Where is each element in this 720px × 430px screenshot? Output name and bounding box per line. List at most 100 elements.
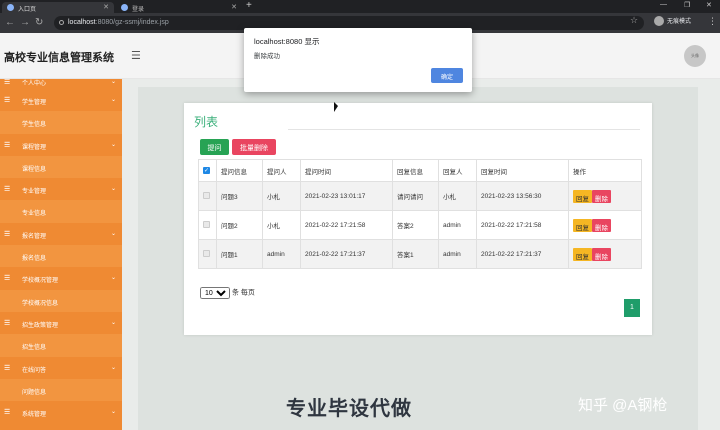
reload-icon[interactable]: ↻: [35, 17, 43, 28]
sidebar-group[interactable]: ☰ 报名管理 ⌄: [0, 222, 122, 246]
close-tab-icon[interactable]: ✕: [103, 3, 109, 11]
table-cell: 答案2: [392, 210, 439, 240]
table-cell: 2021-02-22 17:21:58: [476, 210, 569, 240]
favicon-icon: [121, 4, 128, 11]
sidebar-item[interactable]: 学校概况信息: [0, 289, 122, 312]
reply-button[interactable]: 回复: [573, 247, 592, 261]
table-cell: 小札: [262, 210, 301, 240]
select-all-checkbox[interactable]: ✓: [203, 167, 210, 174]
menu-group-icon: ☰: [4, 364, 11, 372]
sidebar-item[interactable]: 学生信息: [0, 111, 122, 134]
sidebar-item[interactable]: 报名信息: [0, 245, 122, 268]
row-checkbox[interactable]: [203, 191, 210, 199]
delete-button[interactable]: 删除: [592, 247, 611, 261]
browser-tabbar: 入口页 ✕ 登录 ✕ + — ❐ ✕: [0, 0, 720, 13]
table-cell: 问题2: [216, 210, 263, 240]
column-header[interactable]: 提问信息: [216, 159, 263, 182]
sidebar-group[interactable]: ☰ 个人中心 ⌄: [0, 79, 122, 89]
sidebar-item-label: 学生信息: [22, 122, 47, 129]
sidebar-item-label: 学生管理: [22, 100, 47, 106]
sidebar-item-label: 学校概况管理: [22, 278, 59, 285]
checkbox-cell: [198, 181, 217, 211]
minimize-icon[interactable]: —: [660, 1, 667, 8]
column-header[interactable]: 回复信息: [392, 159, 439, 182]
browser-menu-icon[interactable]: ⋮: [708, 16, 717, 27]
sidebar-item-label: 专业管理: [22, 189, 47, 196]
column-header[interactable]: 提问时间: [300, 159, 393, 182]
site-info-icon[interactable]: [59, 20, 64, 25]
table-header-row: ✓ 提问信息 提问人 提问时间 回复信息 回复人 回复时间 操作: [198, 159, 642, 182]
menu-group-icon: ☰: [4, 409, 11, 417]
list-title: 列表: [194, 115, 219, 129]
bulk-delete-button[interactable]: 批量删除: [232, 139, 276, 155]
avatar-label: 头像: [691, 53, 699, 58]
browser-tab-active[interactable]: 入口页 ✕: [2, 2, 114, 13]
sidebar-group[interactable]: ☰ 学生管理 ⌄: [0, 89, 122, 112]
sidebar-item-label: 学校概况信息: [22, 300, 59, 307]
sidebar-item[interactable]: 专业信息: [0, 200, 122, 223]
hamburger-menu-icon[interactable]: ☰: [131, 49, 141, 62]
browser-tab-inactive[interactable]: 登录 ✕: [116, 2, 242, 13]
page-number-button[interactable]: 1: [624, 299, 640, 317]
incognito-icon: [654, 16, 664, 27]
restore-icon[interactable]: ❐: [684, 1, 690, 9]
profile-button[interactable]: 无痕模式: [654, 16, 691, 27]
actions-cell: 回复 删除: [568, 210, 642, 240]
user-avatar[interactable]: 头像: [684, 45, 706, 67]
reply-button[interactable]: 回复: [573, 218, 592, 232]
url-path: :8080/gz-ssmj/index.jsp: [95, 19, 169, 26]
column-header[interactable]: 提问人: [262, 159, 301, 182]
favicon-icon: [7, 4, 14, 11]
sidebar-item-label: 招生政策管理: [22, 322, 59, 329]
chevron-down-icon: ⌄: [110, 97, 116, 103]
sidebar-group[interactable]: ☰ 专业管理 ⌄: [0, 178, 122, 201]
delete-button[interactable]: 删除: [592, 218, 611, 232]
table-cell: 2021-02-22 17:21:37: [300, 239, 393, 269]
table-cell: 2021-02-23 13:01:17: [300, 181, 393, 211]
alert-dialog: localhost:8080 显示 删除成功 确定: [244, 28, 472, 92]
sidebar-group[interactable]: ☰ 招生政策管理 ⌄: [0, 311, 122, 335]
sidebar-item-label: 课程管理: [22, 144, 47, 151]
sidebar-item-label: 个人中心: [22, 81, 47, 87]
menu-group-icon: ☰: [4, 230, 11, 238]
table-row: 问题2 小札 2021-02-22 17:21:58 答案2 admin 2021-02-…: [198, 210, 642, 240]
dialog-ok-button[interactable]: 确定: [431, 68, 463, 83]
menu-group-icon: ☰: [4, 79, 11, 86]
table-cell: 2021-02-22 17:21:58: [300, 210, 393, 240]
back-icon[interactable]: ←: [5, 17, 15, 28]
close-tab-icon[interactable]: ✕: [231, 3, 237, 11]
forward-icon[interactable]: →: [20, 17, 30, 28]
sidebar-item[interactable]: 问题信息: [0, 378, 122, 402]
menu-group-icon: ☰: [4, 97, 11, 104]
bookmark-star-icon[interactable]: ☆: [630, 15, 638, 26]
sidebar-item-label: 在线问答: [22, 367, 47, 374]
page-size-select[interactable]: 10: [200, 287, 230, 299]
sidebar-group[interactable]: ☰ 学校概况管理 ⌄: [0, 267, 122, 290]
column-header[interactable]: 回复时间: [476, 159, 569, 182]
reply-button[interactable]: 回复: [573, 189, 592, 203]
sidebar-group[interactable]: ☰ 在线问答 ⌄: [0, 356, 122, 379]
sidebar-group[interactable]: ☰ 系统管理 ⌄: [0, 401, 122, 424]
sidebar-group[interactable]: ☰ 课程管理 ⌄: [0, 133, 122, 156]
table-cell: 问题3: [216, 181, 263, 211]
sidebar-item[interactable]: 招生信息: [0, 334, 122, 357]
table-cell: 问题1: [216, 239, 263, 269]
ask-button[interactable]: 提问: [200, 139, 229, 155]
window-close-icon[interactable]: ✕: [706, 1, 712, 9]
sidebar-item[interactable]: 课程信息: [0, 155, 122, 179]
dialog-message: 删除成功: [254, 53, 280, 60]
dialog-title: localhost:8080 显示: [254, 37, 320, 46]
app-title: 高校专业信息管理系统: [4, 52, 114, 64]
sidebar-item-label: 报名信息: [22, 256, 47, 263]
delete-button[interactable]: 删除: [592, 189, 611, 203]
table-row: 问题3 小札 2021-02-23 13:01:17 请问请问 小札 2021-02-23…: [198, 181, 642, 211]
table-cell: admin: [438, 239, 477, 269]
table-cell: 小札: [438, 181, 477, 211]
column-header[interactable]: 回复人: [438, 159, 477, 182]
menu-group-icon: ☰: [4, 319, 11, 327]
sidebar-item-label: 系统管理: [22, 412, 47, 419]
table-cell: 2021-02-22 17:21:37: [476, 239, 569, 269]
row-checkbox[interactable]: [203, 220, 210, 228]
row-checkbox[interactable]: [203, 249, 210, 257]
new-tab-icon[interactable]: +: [246, 0, 252, 11]
